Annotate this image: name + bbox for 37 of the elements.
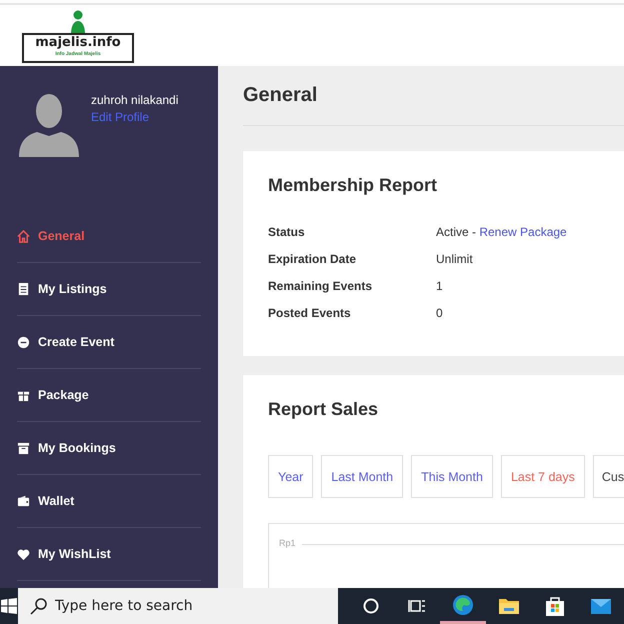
sidebar-item[interactable]: My WishList (17, 528, 201, 581)
filter-button[interactable]: Last Month (321, 455, 404, 498)
avatar-icon (19, 91, 79, 157)
page-title: General (243, 66, 624, 126)
field-value: Active - Renew Package (436, 224, 567, 238)
field-value: 1 (436, 278, 443, 292)
field-value: Unlimit (436, 252, 473, 266)
sidebar-item[interactable]: My Listings (17, 263, 201, 316)
renew-package-link[interactable]: Renew Package (479, 224, 567, 238)
windows-start-icon[interactable] (1, 598, 17, 614)
home-icon (17, 230, 30, 242)
user-name: zuhroh nilakandi (91, 93, 178, 107)
wallet-icon (17, 494, 30, 508)
filter-button[interactable]: Cus (592, 455, 624, 498)
sidebar-item[interactable]: Package (17, 369, 201, 422)
field-label: Posted Events (268, 306, 352, 320)
card-title: Membership Report (268, 175, 438, 197)
filter-button[interactable]: Year (268, 455, 314, 498)
search-field[interactable]: Type here to search (18, 588, 338, 624)
plus-circle-icon (17, 336, 30, 348)
sidebar-item[interactable]: My Bookings (17, 422, 201, 475)
logo-figure-icon (69, 10, 87, 34)
field-value: 0 (436, 306, 443, 320)
sidebar-item[interactable]: Create Event (17, 316, 201, 369)
edge-icon (452, 594, 474, 616)
sidebar-item[interactable]: Wallet (17, 475, 201, 528)
sidebar-item[interactable]: General (17, 210, 201, 263)
store-icon (544, 595, 566, 617)
filter-button[interactable]: This Month (411, 455, 493, 498)
heart-icon (17, 548, 30, 560)
card-title: Report Sales (268, 399, 380, 421)
document-icon (17, 282, 30, 296)
field-label: Remaining Events (268, 278, 374, 292)
field-label: Expiration Date (268, 252, 358, 266)
field-label: Status (268, 224, 306, 238)
axis-label: Rp1 (279, 538, 296, 548)
archive-box-icon (17, 442, 30, 454)
